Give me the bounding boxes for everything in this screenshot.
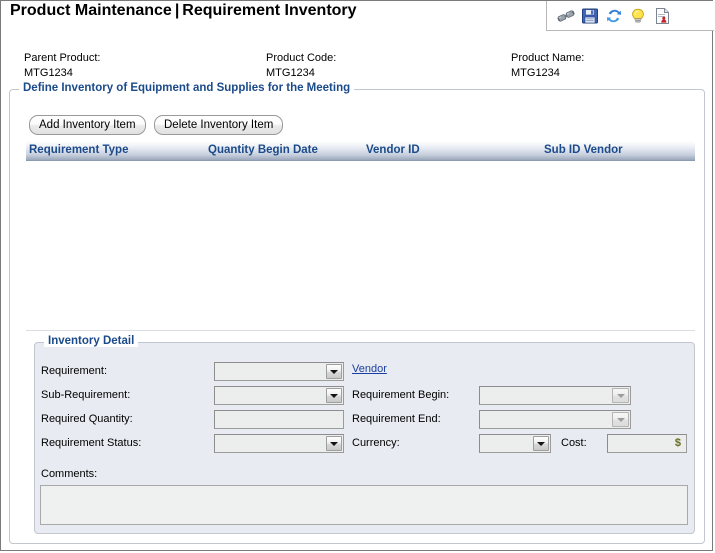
page-title-main: Product Maintenance — [10, 2, 172, 19]
chevron-down-icon — [612, 388, 629, 403]
column-header-vendor-id[interactable]: Vendor ID — [366, 144, 420, 156]
requirement-status-label: Requirement Status: — [41, 437, 141, 449]
product-name-label: Product Name: — [511, 52, 584, 64]
sub-requirement-label: Sub-Requirement: — [41, 389, 130, 401]
requirement-end-label: Requirement End: — [352, 413, 441, 425]
cost-input[interactable]: $ — [607, 434, 687, 453]
chevron-down-icon — [533, 436, 549, 451]
save-icon[interactable] — [580, 6, 600, 26]
requirement-begin-datepicker[interactable] — [479, 386, 631, 405]
column-header-quantity-begin-date[interactable]: Quantity Begin Date — [208, 144, 318, 156]
report-icon[interactable] — [652, 6, 672, 26]
parent-product-label: Parent Product: — [24, 52, 100, 64]
page-title: Product Maintenance|Requirement Inventor… — [10, 2, 357, 20]
parent-product-value: MTG1234 — [24, 67, 73, 79]
currency-label: Currency: — [352, 437, 400, 449]
define-inventory-legend: Define Inventory of Equipment and Suppli… — [19, 82, 354, 94]
lightbulb-icon[interactable] — [628, 6, 648, 26]
required-quantity-input[interactable] — [214, 410, 344, 429]
chevron-down-icon — [326, 388, 342, 403]
comments-textarea[interactable] — [40, 485, 688, 525]
inventory-detail-legend: Inventory Detail — [44, 335, 138, 347]
cost-label: Cost: — [561, 437, 587, 449]
toolbar — [546, 1, 714, 31]
product-code-value: MTG1234 — [266, 67, 315, 79]
column-header-requirement-type[interactable]: Requirement Type — [29, 144, 128, 156]
inventory-grid-header: Requirement Type Quantity Begin Date Ven… — [26, 141, 695, 161]
sub-requirement-dropdown[interactable] — [214, 386, 344, 405]
page-title-sub: Requirement Inventory — [182, 2, 356, 19]
requirement-status-dropdown[interactable] — [214, 434, 344, 453]
requirement-begin-label: Requirement Begin: — [352, 389, 449, 401]
product-code-label: Product Code: — [266, 52, 336, 64]
page-title-separator: | — [172, 2, 182, 19]
chevron-down-icon — [326, 364, 342, 379]
product-name-value: MTG1234 — [511, 67, 560, 79]
vendor-link[interactable]: Vendor — [352, 363, 387, 375]
requirement-dropdown[interactable] — [214, 362, 344, 381]
required-quantity-label: Required Quantity: — [41, 413, 133, 425]
requirement-label: Requirement: — [41, 365, 107, 377]
inventory-grid-body[interactable] — [26, 161, 695, 330]
chevron-down-icon — [612, 412, 629, 427]
chevron-down-icon — [326, 436, 342, 451]
comments-label: Comments: — [41, 468, 97, 480]
requirement-end-datepicker[interactable] — [479, 410, 631, 429]
delete-inventory-item-button[interactable]: Delete Inventory Item — [154, 115, 283, 135]
currency-dropdown[interactable] — [479, 434, 551, 453]
column-header-sub-id-vendor[interactable]: Sub ID Vendor — [544, 144, 623, 156]
application-window: Product Maintenance|Requirement Inventor… — [0, 0, 713, 551]
dollar-sign-icon: $ — [675, 437, 681, 449]
binoculars-icon[interactable] — [556, 6, 576, 26]
refresh-icon[interactable] — [604, 6, 624, 26]
title-bar: Product Maintenance|Requirement Inventor… — [1, 1, 714, 32]
add-inventory-item-button[interactable]: Add Inventory Item — [29, 115, 146, 135]
inventory-grid: Requirement Type Quantity Begin Date Ven… — [26, 141, 695, 331]
